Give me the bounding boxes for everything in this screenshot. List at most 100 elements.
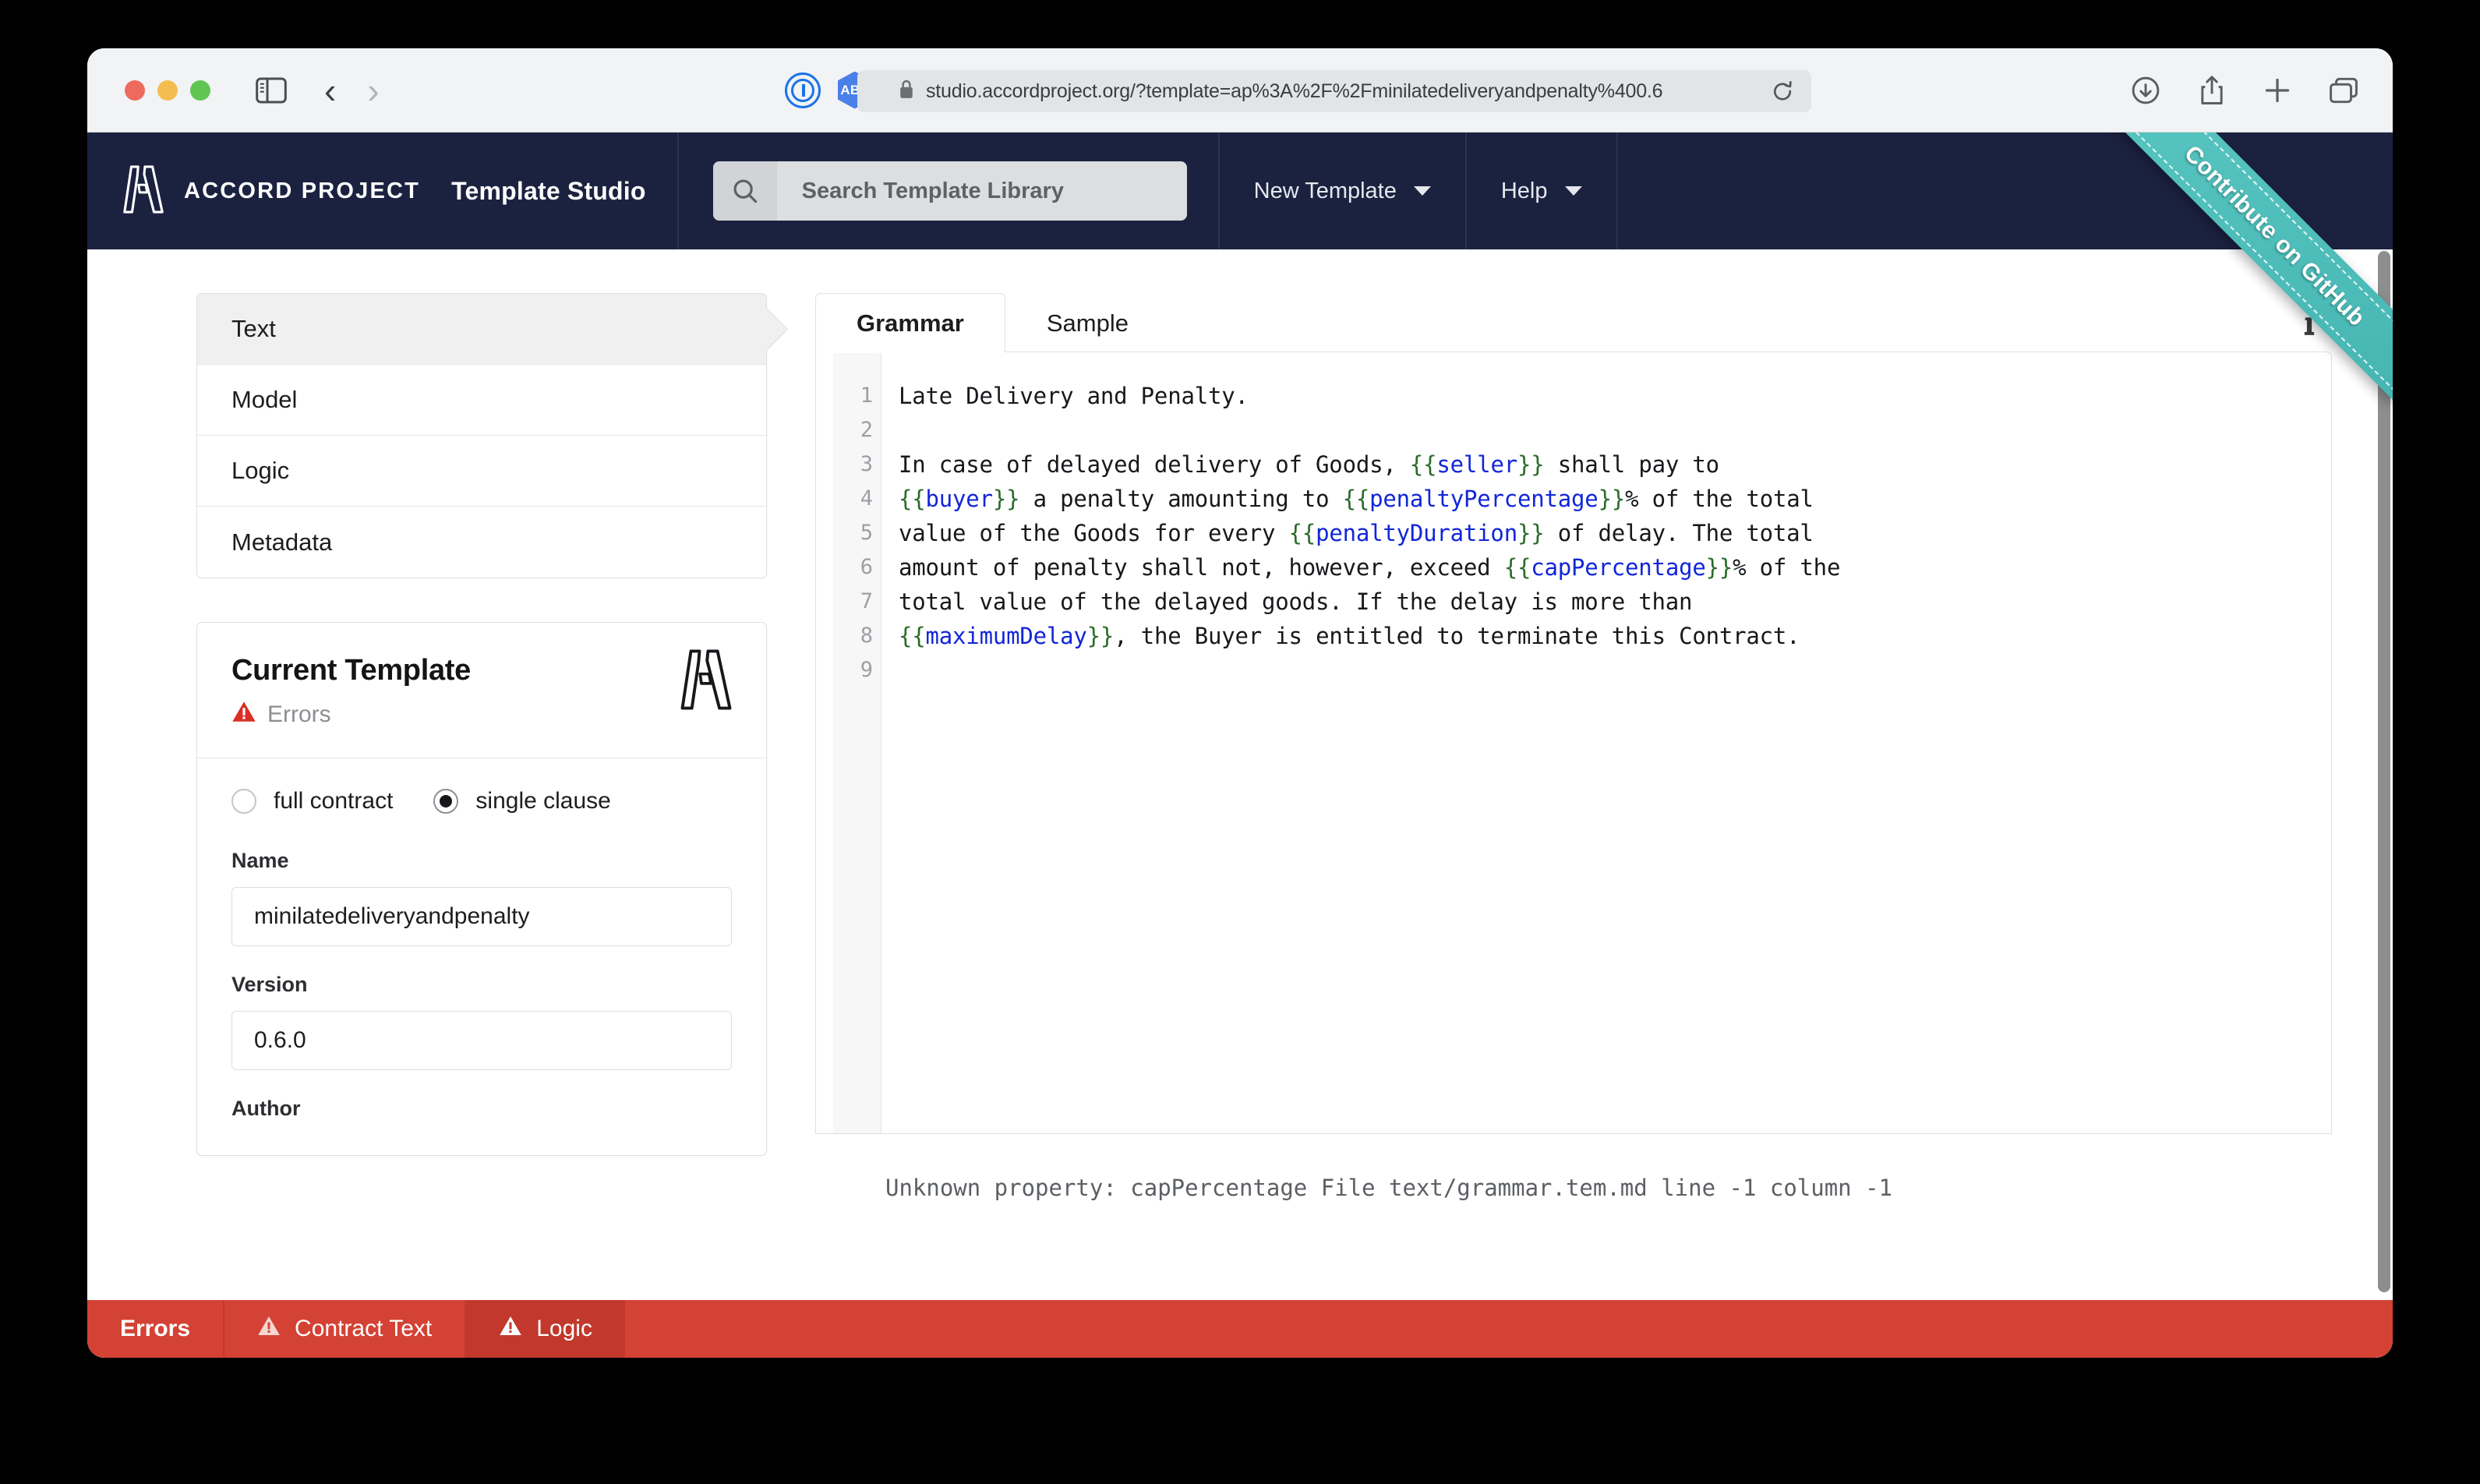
code-token: a penalty amounting to (1019, 486, 1342, 512)
browser-right-icons (2131, 75, 2358, 110)
navigation-buttons: ‹ › (324, 72, 380, 108)
chevron-down-icon (1565, 186, 1582, 196)
search-placeholder: Search Template Library (802, 178, 1064, 204)
sidebar-item-text[interactable]: Text (197, 294, 766, 365)
error-tab-label: Contract Text (295, 1316, 432, 1342)
sidebar-item-metadata[interactable]: Metadata (197, 507, 766, 578)
file-type-menu: Text Model Logic Metadata (196, 293, 767, 578)
code-token: }} (1706, 554, 1733, 581)
code-token: of delay. The total (1545, 520, 1814, 546)
line-number: 2 (833, 413, 873, 447)
grammar-editor[interactable]: 123456789 Late Delivery and Penalty. In … (815, 352, 2332, 1134)
code-token: }} (993, 486, 1020, 512)
editor-tabs: Grammar Sample (815, 293, 2332, 352)
tab-grammar[interactable]: Grammar (815, 293, 1005, 352)
code-token: seller (1436, 451, 1517, 478)
line-number: 3 (833, 447, 873, 482)
code-token: }} (1517, 520, 1545, 546)
minimize-window-button[interactable] (157, 80, 178, 101)
code-line (899, 653, 1840, 687)
code-line: In case of delayed delivery of Goods, {{… (899, 447, 1840, 482)
forward-chevron-icon[interactable]: › (367, 72, 379, 108)
sidebar-item-logic[interactable]: Logic (197, 436, 766, 507)
radio-single-clause[interactable] (433, 789, 458, 814)
status-label: Errors (267, 701, 331, 728)
sidebar-toggle-icon[interactable] (256, 77, 287, 104)
code-line: value of the Goods for every {{penaltyDu… (899, 516, 1840, 550)
error-message-row: Unknown property: capPercentage File tex… (815, 1175, 2332, 1201)
page-scrollbar[interactable] (2376, 249, 2393, 1300)
code-token: capPercentage (1531, 554, 1705, 581)
left-column: Text Model Logic Metadata Current Templa… (196, 293, 767, 1358)
name-input[interactable] (231, 887, 732, 946)
code-token: % of the total (1625, 486, 1814, 512)
version-label: Version (231, 973, 732, 997)
help-menu[interactable]: Help (1467, 132, 1616, 249)
code-line: {{maximumDelay}}, the Buyer is entitled … (899, 619, 1840, 653)
radio-full-contract[interactable] (231, 789, 256, 814)
app-body: Text Model Logic Metadata Current Templa… (87, 249, 2393, 1358)
tab-overview-icon[interactable] (2329, 76, 2358, 108)
brand-name: ACCORD PROJECT (184, 178, 420, 204)
app-header: ACCORD PROJECT Template Studio Search Te… (87, 132, 2393, 249)
downloads-icon[interactable] (2131, 76, 2160, 109)
status-badge: Errors (231, 700, 732, 730)
error-tab-contract-text[interactable]: Contract Text (223, 1300, 465, 1358)
radio-full-contract-label: full contract (274, 788, 393, 814)
header-nav: New Template Help (1218, 132, 1618, 249)
code-token: }} (1517, 451, 1545, 478)
line-number-gutter: 123456789 (833, 352, 881, 1133)
code-token: {{ (1343, 486, 1370, 512)
search-icon (713, 161, 777, 221)
search-template-library[interactable]: Search Template Library (713, 161, 1187, 221)
errors-label-text: Errors (120, 1316, 190, 1342)
browser-window: ‹ › ABP studio.accordproject.org/?templa… (87, 48, 2393, 1358)
author-label: Author (231, 1097, 732, 1121)
version-field-group: Version (231, 973, 732, 1070)
close-window-button[interactable] (125, 80, 145, 101)
code-token: % of the (1733, 554, 1840, 581)
line-number: 9 (833, 653, 873, 687)
error-message: Unknown property: capPercentage File tex… (885, 1175, 2332, 1201)
app-root: ACCORD PROJECT Template Studio Search Te… (87, 132, 2393, 1358)
code-token: {{ (1504, 554, 1531, 581)
window-controls (125, 80, 210, 101)
current-template-header: Current Template Errors (197, 623, 766, 758)
sidebar-item-model[interactable]: Model (197, 365, 766, 436)
warning-triangle-icon (257, 1315, 281, 1343)
tab-sample[interactable]: Sample (1005, 293, 1170, 352)
tab-grammar-label: Grammar (857, 309, 964, 337)
1password-icon[interactable] (785, 72, 821, 108)
code-line: {{buyer}} a penalty amounting to {{penal… (899, 482, 1840, 516)
lock-icon (898, 79, 915, 104)
current-template-body: full contract single clause Name Version (197, 758, 766, 1155)
code-area[interactable]: Late Delivery and Penalty. In case of de… (881, 352, 1840, 1133)
brand[interactable]: ACCORD PROJECT Template Studio (123, 165, 646, 217)
maximize-window-button[interactable] (190, 80, 210, 101)
share-icon[interactable] (2198, 75, 2226, 110)
url-text: studio.accordproject.org/?template=ap%3A… (926, 80, 1662, 103)
line-number: 8 (833, 619, 873, 653)
code-token: {{ (899, 486, 926, 512)
code-token: penaltyPercentage (1369, 486, 1598, 512)
scrollbar-thumb[interactable] (2378, 251, 2390, 1292)
name-field-group: Name (231, 849, 732, 946)
error-tab-logic[interactable]: Logic (465, 1300, 625, 1358)
editor-column: Grammar Sample 123456789 Late Delivery a… (815, 293, 2332, 1358)
sidebar-item-label: Text (231, 315, 276, 343)
code-token: amount of penalty shall not, however, ex… (899, 554, 1504, 581)
code-line: amount of penalty shall not, however, ex… (899, 550, 1840, 585)
address-bar[interactable]: studio.accordproject.org/?template=ap%3A… (857, 70, 1811, 112)
code-token: }} (1599, 486, 1626, 512)
header-divider-left (677, 132, 679, 249)
line-number: 6 (833, 550, 873, 585)
code-token: }} (1087, 623, 1115, 649)
new-tab-icon[interactable] (2263, 76, 2291, 108)
back-chevron-icon[interactable]: ‹ (324, 72, 336, 108)
code-line: Late Delivery and Penalty. (899, 379, 1840, 413)
product-name: Template Studio (451, 177, 646, 206)
version-input[interactable] (231, 1011, 732, 1070)
new-template-menu[interactable]: New Template (1220, 132, 1465, 249)
sidebar-item-label: Metadata (231, 528, 332, 556)
reload-icon[interactable] (1771, 80, 1794, 107)
